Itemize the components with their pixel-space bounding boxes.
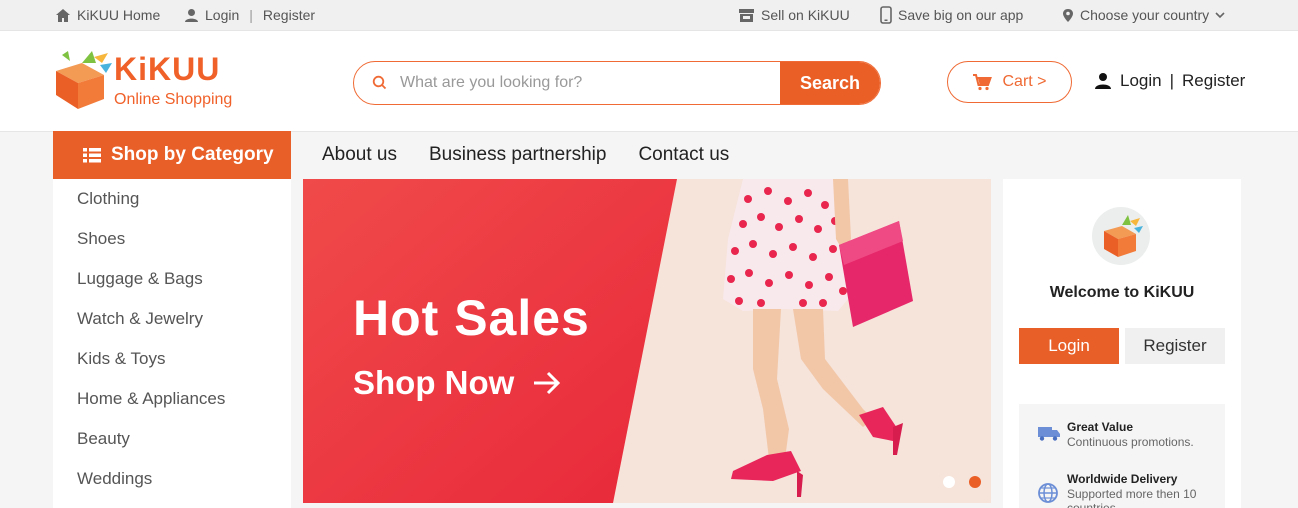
app-link-label: Save big on our app	[898, 7, 1024, 23]
nav-about-us[interactable]: About us	[322, 144, 397, 166]
topbar-login-link[interactable]: Login	[205, 7, 239, 23]
divider: |	[1169, 71, 1175, 90]
country-select-label: Choose your country	[1080, 7, 1210, 23]
welcome-text: Welcome to KiKUU	[1049, 284, 1195, 301]
app-link[interactable]: Save big on our app	[880, 0, 1023, 30]
category-item-weddings[interactable]: Weddings	[53, 459, 291, 499]
sell-link[interactable]: Sell on KiKUU	[738, 0, 850, 30]
features-box: Great Value Continuous promotions. World…	[1019, 404, 1225, 508]
avatar	[1092, 207, 1150, 265]
hero-banner[interactable]: Hot Sales Shop Now	[303, 179, 991, 503]
category-item-shoes[interactable]: Shoes	[53, 219, 291, 259]
category-item-luggage-bags[interactable]: Luggage & Bags	[53, 259, 291, 299]
nav-contact-us[interactable]: Contact us	[638, 144, 729, 166]
category-item-watch-jewelry[interactable]: Watch & Jewelry	[53, 299, 291, 339]
category-heading-label: Shop by Category	[111, 144, 274, 165]
category-item-home-appliances[interactable]: Home & Appliances	[53, 379, 291, 419]
site-header: KiKUU Online Shopping Search Cart > Logi…	[0, 31, 1298, 132]
feature-desc: Continuous promotions.	[1067, 435, 1194, 449]
shop-now-label: Shop Now	[353, 364, 515, 401]
search-icon	[372, 75, 387, 90]
search-input[interactable]	[400, 62, 820, 104]
logo-box-icon	[1104, 215, 1143, 257]
sell-link-label: Sell on KiKUU	[761, 7, 850, 23]
logo-box-icon	[56, 51, 112, 109]
category-item-clothing[interactable]: Clothing	[53, 179, 291, 219]
logo-title: KiKUU	[114, 51, 221, 87]
category-item-kids-toys[interactable]: Kids & Toys	[53, 339, 291, 379]
logo[interactable]: KiKUU Online Shopping	[52, 49, 252, 113]
globe-icon	[1038, 483, 1058, 503]
truck-icon	[1038, 427, 1060, 441]
topbar-account: Login | Register	[184, 0, 315, 30]
divider: |	[249, 7, 253, 23]
main-nav: About us Business partnership Contact us	[322, 131, 729, 179]
cart-icon	[973, 74, 993, 91]
slider-dot-1[interactable]	[943, 476, 955, 488]
country-select[interactable]: Choose your country	[1062, 0, 1225, 30]
home-link-label: KiKUU Home	[77, 7, 161, 23]
header-register-link[interactable]: Register	[1182, 71, 1245, 91]
shop-now-link[interactable]: Shop Now	[353, 364, 562, 402]
header-login-link[interactable]: Login	[1120, 71, 1162, 91]
list-icon	[83, 147, 101, 162]
arrow-right-icon	[534, 371, 561, 395]
panel-login-button[interactable]: Login	[1019, 328, 1119, 364]
user-icon	[1095, 73, 1111, 89]
home-link[interactable]: KiKUU Home	[55, 0, 160, 30]
phone-icon	[880, 6, 892, 24]
slider-dots	[943, 476, 981, 488]
panel-register-button[interactable]: Register	[1125, 328, 1225, 364]
header-account: Login | Register	[1094, 71, 1245, 91]
cart-button[interactable]: Cart >	[947, 61, 1072, 103]
topbar-register-link[interactable]: Register	[263, 7, 315, 23]
banner-title: Hot Sales	[353, 290, 590, 346]
logo-subtitle: Online Shopping	[114, 91, 233, 108]
chevron-down-icon	[1215, 11, 1225, 18]
search-button[interactable]: Search	[780, 62, 880, 104]
home-icon	[56, 8, 70, 22]
feature-title: Worldwide Delivery	[1067, 472, 1178, 486]
location-pin-icon	[1063, 8, 1073, 22]
nav-business-partnership[interactable]: Business partnership	[429, 144, 606, 166]
user-icon	[185, 8, 198, 22]
feature-desc: Supported more then 10 countries	[1067, 487, 1197, 508]
top-bar: KiKUU Home Login | Register Sell on KiKU…	[0, 0, 1298, 31]
category-item-beauty[interactable]: Beauty	[53, 419, 291, 459]
slider-dot-2-active[interactable]	[969, 476, 981, 488]
category-list: Clothing Shoes Luggage & Bags Watch & Je…	[53, 179, 291, 508]
feature-title: Great Value	[1067, 420, 1134, 434]
category-heading[interactable]: Shop by Category	[53, 131, 291, 179]
store-icon	[739, 8, 754, 22]
search-bar: Search	[353, 61, 881, 105]
cart-label: Cart >	[1002, 73, 1047, 90]
welcome-panel: Welcome to KiKUU Login Register Great Va…	[1003, 179, 1241, 508]
